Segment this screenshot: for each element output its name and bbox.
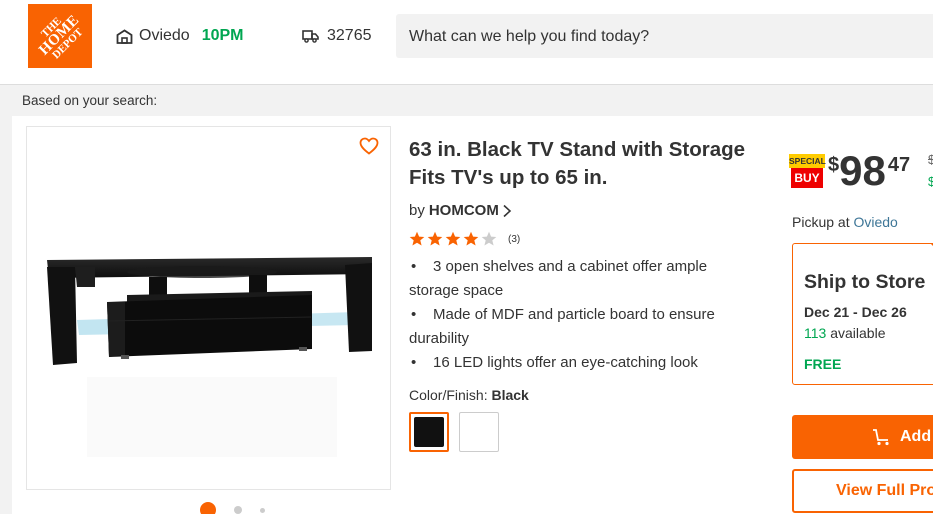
product-highlights: 3 open shelves and a cabinet offer ample… <box>409 255 749 375</box>
pickup-label: Pickup at <box>792 214 850 230</box>
store-name: Oviedo <box>139 27 190 44</box>
highlight-item: 16 LED lights offer an eye-catching look <box>409 351 749 375</box>
based-on-search-label: Based on your search: <box>22 93 158 108</box>
truck-icon <box>302 30 319 43</box>
delivery-zip-selector[interactable]: 32765 <box>302 27 372 45</box>
price-dollars: 98 <box>839 147 886 194</box>
product-image[interactable] <box>26 126 391 490</box>
store-icon <box>116 28 133 44</box>
carousel-dot-active[interactable] <box>200 502 216 514</box>
carousel-dot[interactable] <box>234 506 242 514</box>
logo-text: THE HOME DEPOT <box>36 12 86 62</box>
carousel-dot[interactable] <box>260 507 265 513</box>
ship-to-store-option[interactable]: Ship to Store Dec 21 - Dec 26 113 availa… <box>792 243 933 385</box>
review-count: (3) <box>508 233 521 245</box>
view-full-product-button[interactable]: View Full Pro <box>792 469 933 513</box>
price-currency: $ <box>828 154 840 176</box>
available-label: available <box>830 325 886 341</box>
highlight-item: 3 open shelves and a cabinet offer ample… <box>409 255 749 303</box>
available-count: 113 <box>804 325 827 341</box>
ship-dates: Dec 21 - Dec 26 <box>804 304 907 320</box>
brand-link[interactable]: by HOMCOM <box>409 202 512 219</box>
special-buy-badge: SPECIAL BUY <box>789 154 826 190</box>
savings-amount: $ <box>928 174 933 189</box>
favorite-heart-icon[interactable] <box>356 133 382 159</box>
highlight-item: Made of MDF and particle board to ensure… <box>409 303 749 351</box>
home-depot-logo[interactable]: THE HOME DEPOT <box>28 4 92 68</box>
chevron-right-icon <box>503 204 512 217</box>
site-header: THE HOME DEPOT Oviedo 10PM 32765 What can … <box>0 0 933 85</box>
product-price: $ 98 47 <box>828 148 910 194</box>
color-label-text: Color/Finish: <box>409 387 488 403</box>
swatch-white[interactable] <box>459 412 499 452</box>
store-hours: 10PM <box>201 27 244 44</box>
tv-stand-image <box>47 257 372 457</box>
search-placeholder: What can we help you find today? <box>409 28 650 45</box>
product-title[interactable]: 63 in. Black TV Stand with Storage Fits … <box>409 136 749 192</box>
special-label: SPECIAL <box>789 154 826 168</box>
buy-label: BUY <box>791 168 823 188</box>
ship-to-store-title: Ship to Store <box>804 271 926 293</box>
color-value: Black <box>491 387 529 403</box>
original-price: $ <box>928 152 933 167</box>
color-finish-label: Color/Finish: Black <box>409 387 529 403</box>
by-label: by <box>409 202 425 219</box>
search-input[interactable]: What can we help you find today? <box>396 14 933 58</box>
pickup-info: Pickup at Oviedo <box>792 214 898 230</box>
swatch-black-fill <box>414 417 444 447</box>
brand-name: HOMCOM <box>428 202 499 219</box>
rating-stars[interactable]: (3) <box>409 231 520 247</box>
swatch-black[interactable] <box>409 412 449 452</box>
add-button-label: Add t <box>900 428 933 445</box>
add-to-cart-button[interactable]: Add t <box>792 415 933 459</box>
image-carousel-dots <box>200 502 283 514</box>
zip-code: 32765 <box>327 27 372 44</box>
price-cents: 47 <box>887 154 911 176</box>
shipping-cost: FREE <box>804 356 842 372</box>
store-selector[interactable]: Oviedo 10PM <box>116 27 244 45</box>
cart-icon <box>873 429 889 446</box>
pickup-store-link[interactable]: Oviedo <box>853 214 897 230</box>
star-rating-icon <box>409 231 497 246</box>
availability: 113 available <box>804 325 885 341</box>
